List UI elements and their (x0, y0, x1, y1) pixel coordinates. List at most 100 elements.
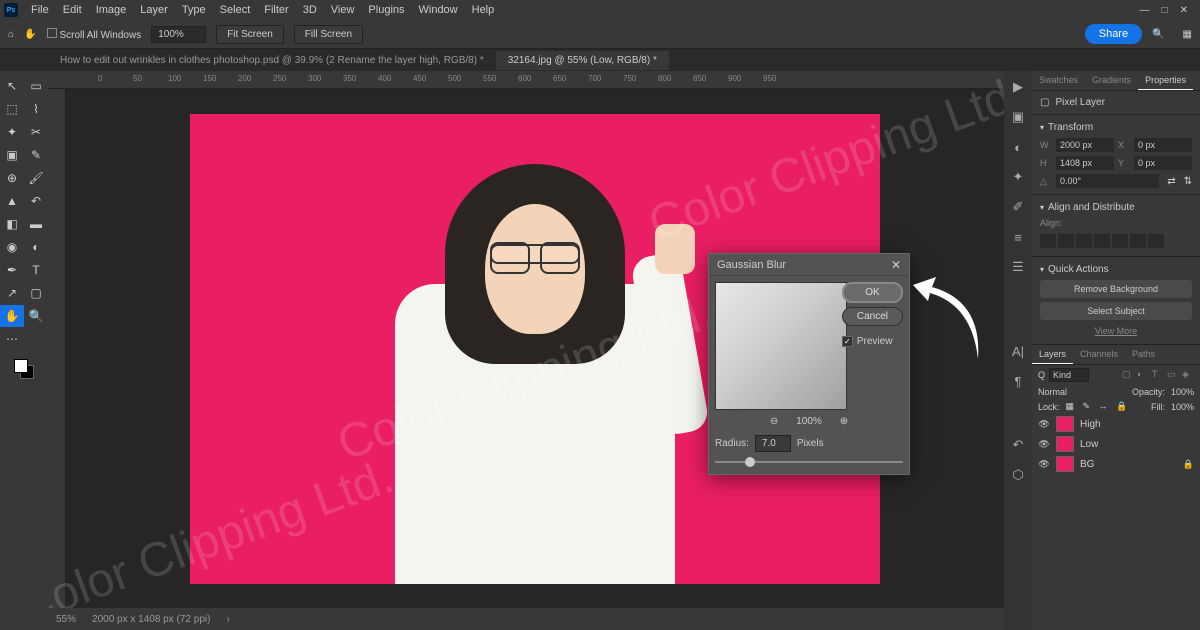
layer-high[interactable]: 👁 High (1032, 414, 1200, 434)
fill-value[interactable]: 100% (1171, 402, 1194, 412)
y-value[interactable]: 0 px (1134, 156, 1192, 170)
align-center-h-icon[interactable] (1058, 234, 1074, 248)
color-swatches[interactable] (14, 359, 34, 379)
menu-window[interactable]: Window (412, 4, 465, 16)
blur-preview[interactable] (715, 282, 847, 410)
filter-type-icon[interactable]: T (1152, 369, 1164, 381)
filter-smart-icon[interactable]: ◈ (1182, 369, 1194, 381)
tab-channels[interactable]: Channels (1073, 345, 1125, 364)
menu-3d[interactable]: 3D (296, 4, 324, 16)
lasso-tool-icon[interactable]: ⌇ (24, 98, 48, 120)
menu-view[interactable]: View (324, 4, 362, 16)
fg-color-swatch[interactable] (14, 359, 28, 373)
fill-screen-button[interactable]: Fill Screen (294, 25, 363, 44)
ok-button[interactable]: OK (842, 282, 903, 303)
tab-layers[interactable]: Layers (1032, 345, 1073, 364)
shape-tool-icon[interactable]: ▢ (24, 282, 48, 304)
maximize-icon[interactable]: □ (1162, 5, 1168, 16)
workspace-icon[interactable]: ▦ (1183, 29, 1192, 40)
brush-tool-icon[interactable]: 🖌 (24, 167, 48, 189)
menu-layer[interactable]: Layer (133, 4, 175, 16)
cancel-button[interactable]: Cancel (842, 307, 903, 326)
history-icon[interactable]: ↶ (1010, 437, 1026, 453)
align-bottom-icon[interactable] (1130, 234, 1146, 248)
height-value[interactable]: 1408 px (1056, 156, 1114, 170)
select-subject-button[interactable]: Select Subject (1040, 302, 1192, 320)
align-top-icon[interactable] (1094, 234, 1110, 248)
dialog-close-icon[interactable]: ✕ (891, 258, 901, 272)
brush-preset-icon[interactable]: ✐ (1010, 199, 1026, 215)
close-icon[interactable]: ✕ (1180, 5, 1188, 16)
layer-filter-input[interactable] (1049, 368, 1089, 382)
menu-plugins[interactable]: Plugins (361, 4, 411, 16)
play-icon[interactable]: ▶ (1010, 79, 1026, 95)
tab-gradients[interactable]: Gradients (1085, 71, 1138, 90)
remove-bg-button[interactable]: Remove Background (1040, 280, 1192, 298)
stamp-tool-icon[interactable]: ▲ (0, 190, 24, 212)
layer-low[interactable]: 👁 Low (1032, 434, 1200, 454)
status-chevron-icon[interactable]: › (226, 614, 229, 625)
move-tool-icon[interactable]: ↖ (0, 75, 24, 97)
layers-icon[interactable]: ▣ (1010, 109, 1026, 125)
adjust-icon[interactable]: ◐ (1010, 139, 1026, 155)
menu-filter[interactable]: Filter (257, 4, 295, 16)
zoom-tool-icon[interactable]: 🔍 (24, 305, 48, 327)
zoom-input[interactable] (151, 26, 206, 43)
fit-screen-button[interactable]: Fit Screen (216, 25, 284, 44)
filter-shape-icon[interactable]: ▭ (1167, 369, 1179, 381)
align-section[interactable]: Align and Distribute (1040, 199, 1192, 216)
width-value[interactable]: 2000 px (1056, 138, 1114, 152)
dialog-titlebar[interactable]: Gaussian Blur ✕ (709, 254, 909, 276)
heal-tool-icon[interactable]: ⊕ (0, 167, 24, 189)
layer-bg[interactable]: 👁 BG 🔒 (1032, 454, 1200, 474)
edit-toolbar-icon[interactable]: ⋯ (0, 328, 24, 350)
libraries-icon[interactable]: ⬡ (1010, 467, 1026, 483)
eyedropper-tool-icon[interactable]: ✎ (24, 144, 48, 166)
menu-image[interactable]: Image (89, 4, 134, 16)
wand-tool-icon[interactable]: ✦ (0, 121, 24, 143)
crop-tool-icon[interactable]: ✂ (24, 121, 48, 143)
visibility-icon[interactable]: 👁 (1038, 458, 1050, 470)
paragraph-icon[interactable]: ¶ (1010, 373, 1026, 389)
marquee-tool-icon[interactable]: ⬚ (0, 98, 24, 120)
filter-pixel-icon[interactable]: ▢ (1122, 369, 1134, 381)
radius-input[interactable] (755, 435, 791, 452)
char-icon[interactable]: A| (1010, 343, 1026, 359)
menu-select[interactable]: Select (213, 4, 258, 16)
slider-thumb[interactable] (745, 457, 755, 467)
share-button[interactable]: Share (1085, 24, 1142, 44)
align-left-icon[interactable] (1040, 234, 1056, 248)
sparkle-icon[interactable]: ✦ (1010, 169, 1026, 185)
quick-actions-section[interactable]: Quick Actions (1040, 261, 1192, 278)
angle-value[interactable]: 0.00° (1056, 174, 1159, 188)
tab-paths[interactable]: Paths (1125, 345, 1162, 364)
lock-icon[interactable]: 🔒 (1183, 459, 1194, 470)
tab-swatches[interactable]: Swatches (1032, 71, 1085, 90)
vertical-ruler[interactable] (48, 89, 66, 608)
visibility-icon[interactable]: 👁 (1038, 418, 1050, 430)
history-brush-icon[interactable]: ↶ (24, 190, 48, 212)
x-value[interactable]: 0 px (1134, 138, 1192, 152)
pen-tool-icon[interactable]: ✒ (0, 259, 24, 281)
hand-tool-icon[interactable]: ✋ (0, 305, 24, 327)
flip-v-icon[interactable]: ⇅ (1184, 176, 1192, 187)
eraser-tool-icon[interactable]: ◧ (0, 213, 24, 235)
transform-section[interactable]: Transform (1040, 119, 1192, 136)
zoom-out-icon[interactable]: ⊖ (770, 416, 778, 427)
search-icon[interactable]: 🔍 (1152, 29, 1164, 40)
menu-help[interactable]: Help (465, 4, 502, 16)
menu-edit[interactable]: Edit (56, 4, 89, 16)
filter-adjust-icon[interactable]: ◐ (1137, 369, 1149, 381)
scroll-all-checkbox[interactable]: Scroll All Windows (47, 28, 142, 41)
status-zoom[interactable]: 55% (56, 614, 76, 625)
align-right-icon[interactable] (1076, 234, 1092, 248)
minimize-icon[interactable]: — (1140, 5, 1150, 16)
artboard-tool-icon[interactable]: ▭ (24, 75, 48, 97)
tab-properties[interactable]: Properties (1138, 71, 1193, 90)
preview-checkbox[interactable]: ✓ Preview (842, 336, 903, 347)
path-tool-icon[interactable]: ↗ (0, 282, 24, 304)
checkbox-icon[interactable]: ✓ (842, 336, 853, 347)
doc-tab-1[interactable]: How to edit out wrinkles in clothes phot… (48, 51, 496, 70)
frame-tool-icon[interactable]: ▣ (0, 144, 24, 166)
opacity-value[interactable]: 100% (1171, 387, 1194, 397)
